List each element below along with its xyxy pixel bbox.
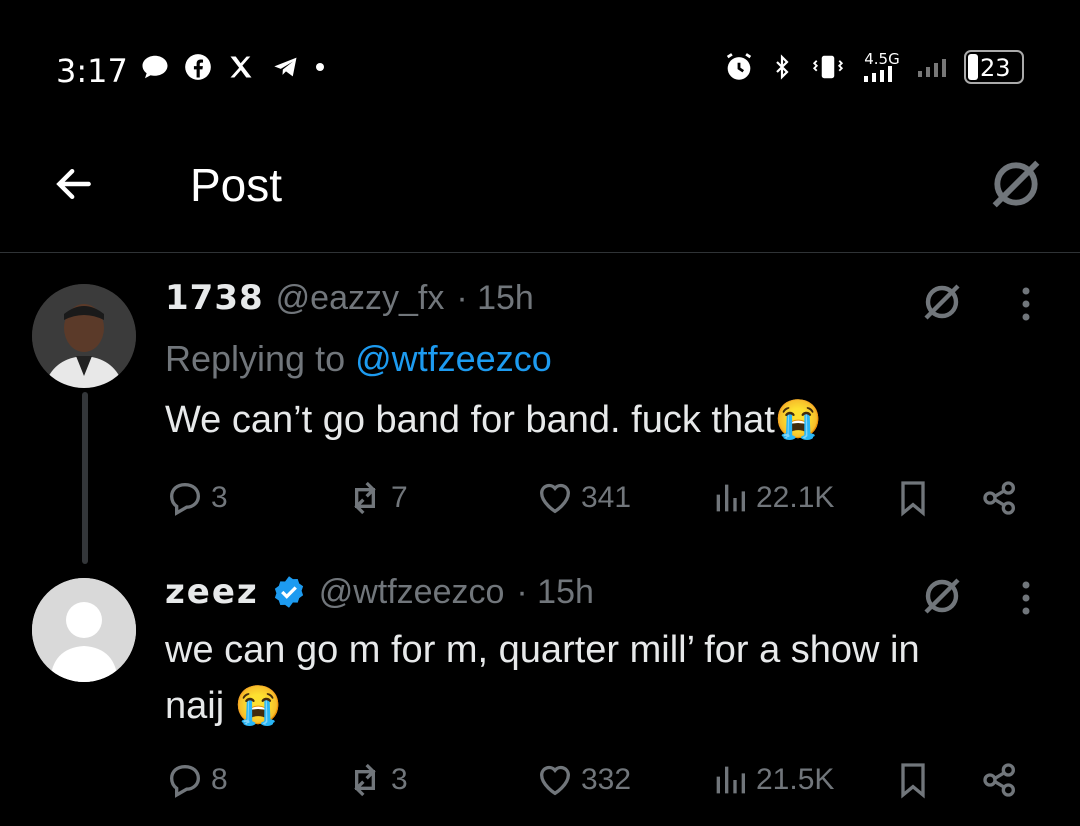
author-handle[interactable]: @eazzy_fx bbox=[276, 279, 445, 318]
bluetooth-icon bbox=[776, 54, 789, 80]
post-header bbox=[0, 130, 1080, 253]
telegram-icon bbox=[274, 57, 297, 77]
like-button[interactable]: 332 bbox=[535, 760, 631, 800]
network-indicator: 4.5G bbox=[862, 52, 902, 82]
tweet-1-actions: 3 7 341 22.1K bbox=[165, 474, 1025, 524]
battery-indicator: 23 bbox=[964, 50, 1024, 84]
reply-button[interactable]: 8 bbox=[165, 760, 228, 800]
share-icon[interactable] bbox=[980, 760, 1020, 800]
reply-button[interactable]: 3 bbox=[165, 478, 228, 518]
network-type-label: 4.5G bbox=[864, 50, 900, 68]
battery-fill bbox=[968, 54, 978, 80]
tweet-text: We can’t go band for band. fuck that😭 bbox=[165, 399, 823, 441]
tweet-2-actions: 8 3 332 21.5K bbox=[165, 756, 1025, 806]
view-count: 21.5K bbox=[756, 763, 835, 796]
more-options-icon[interactable] bbox=[1016, 286, 1036, 322]
reply-icon bbox=[169, 764, 201, 798]
chat-bubble-icon bbox=[142, 55, 168, 79]
vibrate-icon bbox=[812, 55, 844, 79]
repost-icon bbox=[354, 763, 376, 797]
alarm-icon bbox=[726, 53, 752, 80]
page-title: Post bbox=[190, 159, 283, 211]
battery-level: 23 bbox=[980, 54, 1011, 82]
tweet-text: we can go m for m, quarter mill’ for a s… bbox=[165, 622, 920, 734]
signal-weak-icon bbox=[918, 59, 946, 77]
repost-icon bbox=[354, 481, 376, 515]
back-arrow-icon[interactable] bbox=[52, 162, 96, 206]
status-time: 3:17 bbox=[56, 52, 128, 90]
facebook-icon bbox=[185, 54, 211, 80]
grok-icon[interactable] bbox=[984, 152, 1048, 216]
views-icon bbox=[716, 766, 745, 794]
grok-icon[interactable] bbox=[918, 278, 966, 326]
author-name[interactable]: 1738 bbox=[165, 278, 264, 318]
replying-to-label: Replying to bbox=[165, 338, 356, 379]
avatar[interactable] bbox=[32, 578, 136, 682]
signal-strength-icon bbox=[864, 66, 892, 82]
tweet-text-line-2: naij 😭 bbox=[165, 685, 283, 727]
tweet-text-line-1: we can go m for m, quarter mill’ for a s… bbox=[165, 629, 920, 671]
verified-badge-icon bbox=[274, 576, 303, 608]
bookmark-icon[interactable] bbox=[893, 760, 933, 800]
avatar[interactable] bbox=[32, 284, 136, 388]
tweet-2-header: zeez @wtfzeezco · 15h bbox=[165, 572, 594, 612]
views-icon bbox=[716, 484, 745, 512]
repost-button[interactable]: 3 bbox=[345, 760, 408, 800]
reply-icon bbox=[169, 482, 201, 516]
repost-count: 3 bbox=[391, 763, 408, 796]
like-count: 332 bbox=[581, 763, 632, 796]
grok-icon[interactable] bbox=[918, 572, 966, 620]
more-options-icon[interactable] bbox=[1016, 580, 1036, 616]
thread-connector bbox=[82, 392, 88, 564]
author-name[interactable]: zeez bbox=[165, 572, 259, 612]
heart-icon bbox=[539, 483, 571, 514]
tweet-time: · 15h bbox=[456, 279, 534, 317]
share-icon[interactable] bbox=[980, 478, 1020, 518]
reply-count: 8 bbox=[211, 763, 228, 796]
tweet-time: · 15h bbox=[516, 572, 594, 611]
like-button[interactable]: 341 bbox=[535, 478, 631, 518]
bookmark-icon[interactable] bbox=[893, 478, 933, 518]
status-system-icons: 4.5G 23 bbox=[722, 50, 1024, 84]
replying-to: Replying to @wtfzeezco bbox=[165, 338, 552, 380]
default-avatar-icon bbox=[32, 578, 136, 682]
notification-dot bbox=[316, 63, 324, 71]
author-handle[interactable]: @wtfzeezco bbox=[319, 573, 505, 612]
views-button[interactable]: 21.5K bbox=[710, 760, 834, 800]
x-logo-icon bbox=[230, 56, 252, 78]
tweet-1-header: 1738 @eazzy_fx · 15h bbox=[165, 278, 534, 318]
view-count: 22.1K bbox=[756, 481, 835, 514]
status-notification-icons bbox=[140, 52, 324, 82]
replying-to-link[interactable]: @wtfzeezco bbox=[355, 338, 552, 379]
views-button[interactable]: 22.1K bbox=[710, 478, 834, 518]
repost-button[interactable]: 7 bbox=[345, 478, 408, 518]
repost-count: 7 bbox=[391, 481, 408, 514]
like-count: 341 bbox=[581, 481, 632, 514]
heart-icon bbox=[539, 765, 571, 796]
avatar-photo bbox=[32, 284, 136, 388]
reply-count: 3 bbox=[211, 481, 228, 514]
